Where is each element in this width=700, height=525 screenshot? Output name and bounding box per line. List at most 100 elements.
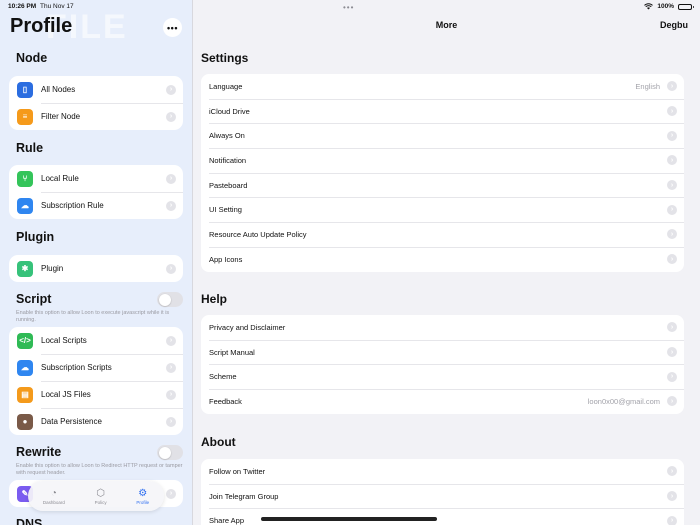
row-label: App Icons: [209, 254, 243, 264]
chevron-right-icon: ›: [166, 488, 176, 499]
plugin-group: ✱ Plugin ›: [9, 255, 183, 282]
section-about: About: [201, 435, 236, 449]
chevron-right-icon: ›: [667, 155, 677, 166]
chevron-right-icon: ›: [667, 106, 677, 117]
row-label: Pasteboard: [209, 180, 248, 190]
cube-icon: ⬡: [96, 487, 105, 499]
chevron-right-icon: ›: [667, 229, 677, 240]
degbu-button[interactable]: Degbu: [660, 20, 688, 30]
row-join-telegram-group[interactable]: Join Telegram Group ›: [201, 483, 684, 509]
row-pasteboard[interactable]: Pasteboard ›: [201, 172, 684, 198]
rewrite-toggle[interactable]: [157, 445, 183, 460]
file-icon: ▤: [17, 386, 33, 403]
wifi-icon: [644, 3, 654, 10]
row-notification[interactable]: Notification ›: [201, 148, 684, 173]
row-icloud-drive[interactable]: iCloud Drive ›: [201, 98, 684, 124]
row-resource-auto-update-policy[interactable]: Resource Auto Update Policy ›: [201, 222, 684, 247]
chevron-right-icon: ›: [166, 263, 176, 274]
chevron-right-icon: ›: [667, 130, 677, 141]
sidebar-item-local-rule[interactable]: ⑂ Local Rule ›: [9, 165, 183, 192]
tab-dashboard[interactable]: ◔ Dashboard: [43, 488, 65, 505]
section-script: Script: [16, 292, 52, 306]
toggle-knob: [158, 293, 171, 306]
row-label: Scheme: [209, 372, 237, 382]
main-panel: ••• More Degbu Settings Language English ›…: [193, 0, 700, 525]
chevron-right-icon: ›: [667, 466, 677, 477]
row-label: UI Setting: [209, 205, 242, 215]
chevron-right-icon: ›: [166, 389, 176, 400]
status-bar: 10:26 PM Thu Nov 17 100%: [0, 0, 700, 14]
chevron-right-icon: ›: [166, 335, 176, 346]
page-title: Profile: [10, 15, 73, 37]
row-label: Resource Auto Update Policy: [209, 229, 307, 239]
main-title: More: [435, 20, 458, 30]
chevron-right-icon: ›: [667, 515, 677, 525]
help-group: Privacy and Disclaimer › Script Manual › Sch…: [201, 315, 684, 414]
sidebar-item-data-persistence[interactable]: ● Data Persistence ›: [9, 408, 183, 435]
row-feedback[interactable]: Feedback loon0x00@gmail.com ›: [201, 389, 684, 414]
sidebar-item-label: Subscription Scripts: [41, 363, 112, 372]
sidebar-item-label: Local Rule: [41, 174, 79, 183]
sidebar-item-subscription-scripts[interactable]: ☁ Subscription Scripts ›: [9, 354, 183, 381]
row-label: iCloud Drive: [209, 106, 250, 116]
sidebar-item-label: Subscription Rule: [41, 201, 104, 210]
row-language[interactable]: Language English ›: [201, 74, 684, 99]
sidebar-item-local-scripts[interactable]: </> Local Scripts ›: [9, 327, 183, 354]
row-label: Privacy and Disclaimer: [209, 322, 286, 332]
tab-profile[interactable]: ⚙ Profile: [136, 488, 149, 505]
battery-percent: 100%: [657, 3, 674, 10]
node-group: ▯ All Nodes › ≡ Filter Node ›: [9, 76, 183, 130]
section-rule: Rule: [16, 141, 44, 155]
sidebar-item-label: Local JS Files: [41, 390, 91, 399]
row-always-on[interactable]: Always On ›: [201, 123, 684, 148]
chevron-right-icon: ›: [667, 347, 677, 358]
status-right: 100%: [644, 3, 694, 10]
cloud-icon: ☁: [17, 359, 33, 376]
rewrite-note: Enable this option to allow Loon to Redi…: [16, 463, 183, 476]
section-plugin: Plugin: [16, 230, 55, 244]
server-icon: ▯: [17, 81, 33, 98]
sidebar-item-label: All Nodes: [41, 85, 76, 94]
tab-policy[interactable]: ⬡ Policy: [95, 488, 107, 505]
script-note: Enable this option to allow Loon to exec…: [16, 310, 170, 323]
row-privacy-and-disclaimer[interactable]: Privacy and Disclaimer ›: [201, 315, 684, 340]
about-group: Follow on Twitter › Join Telegram Group › Sh…: [201, 459, 684, 525]
row-value: English: [635, 81, 660, 91]
script-toggle[interactable]: [157, 292, 183, 307]
sidebar-item-label: Filter Node: [41, 112, 81, 121]
row-app-icons[interactable]: App Icons ›: [201, 246, 684, 272]
script-group: </> Local Scripts › ☁ Subscription Scrip…: [9, 327, 183, 435]
toggle-knob: [158, 446, 171, 459]
more-button[interactable]: •••: [163, 18, 182, 37]
cloud-icon: ☁: [17, 197, 33, 214]
chevron-right-icon: ›: [667, 204, 677, 215]
sidebar-item-local-js-files[interactable]: ▤ Local JS Files ›: [9, 381, 183, 408]
chevron-right-icon: ›: [667, 180, 677, 191]
home-indicator: [261, 517, 437, 521]
chevron-right-icon: ›: [667, 322, 677, 333]
status-time: 10:26 PM: [8, 3, 37, 10]
rule-group: ⑂ Local Rule › ☁ Subscription Rule ›: [9, 165, 183, 219]
tab-label: Policy: [94, 499, 107, 505]
settings-group: Language English › iCloud Drive › Always On › N…: [201, 74, 684, 272]
row-scheme[interactable]: Scheme ›: [201, 364, 684, 389]
row-value: loon0x00@gmail.com: [587, 396, 660, 406]
section-dns: DNS: [16, 517, 43, 525]
sidebar-item-filter-node[interactable]: ≡ Filter Node ›: [9, 103, 183, 130]
sidebar-item-subscription-rule[interactable]: ☁ Subscription Rule ›: [9, 192, 183, 219]
row-ui-setting[interactable]: UI Setting ›: [201, 197, 684, 222]
chevron-right-icon: ›: [166, 173, 176, 184]
sidebar-item-label: Plugin: [41, 264, 64, 273]
chevron-right-icon: ›: [166, 416, 176, 427]
sidebar-item-plugin[interactable]: ✱ Plugin ›: [9, 255, 183, 282]
branch-icon: ⑂: [17, 170, 33, 187]
sidebar-item-all-nodes[interactable]: ▯ All Nodes ›: [9, 76, 183, 103]
row-follow-on-twitter[interactable]: Follow on Twitter ›: [201, 459, 684, 484]
row-label: Language: [209, 81, 243, 91]
tab-label: Profile: [136, 499, 150, 505]
puzzle-icon: ✱: [17, 260, 33, 277]
row-script-manual[interactable]: Script Manual ›: [201, 339, 684, 365]
status-date: Thu Nov 17: [40, 3, 74, 10]
row-label: Feedback: [209, 396, 242, 406]
chevron-right-icon: ›: [166, 200, 176, 211]
